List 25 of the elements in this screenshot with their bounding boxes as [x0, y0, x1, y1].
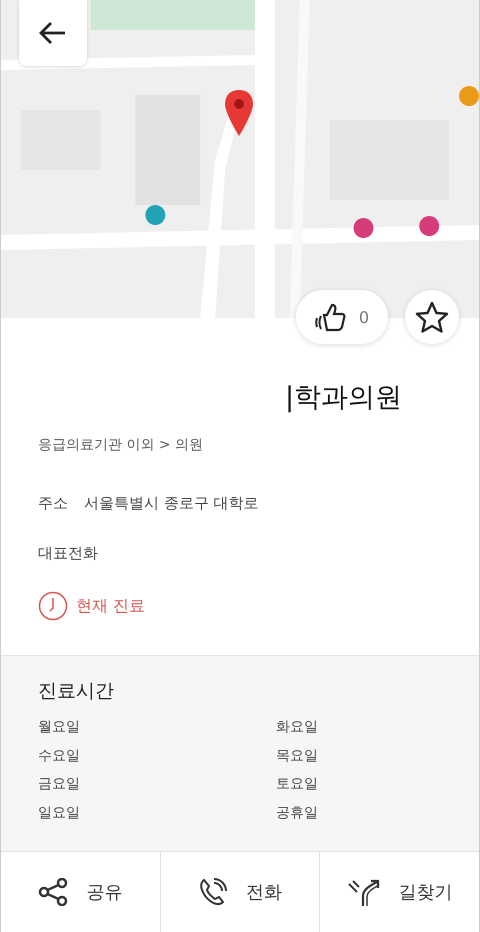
day-label: 금요일 — [38, 775, 81, 794]
share-icon — [38, 878, 68, 906]
back-button[interactable] — [19, 0, 87, 66]
address-label: 주소 — [38, 494, 68, 513]
star-icon — [415, 301, 449, 333]
day-label: 일요일 — [38, 804, 81, 822]
day-label: 목요일 — [276, 746, 319, 765]
back-arrow-icon — [39, 21, 67, 45]
thumbs-up-icon — [314, 302, 347, 332]
day-label: 수요일 — [38, 746, 81, 765]
phone-label: 대표전화 — [38, 544, 99, 563]
place-category: 응급의료기관 이외 > 의원 — [38, 436, 204, 454]
day-label: 공휴일 — [276, 804, 319, 822]
favorite-button[interactable] — [405, 290, 459, 344]
day-label: 토요일 — [276, 775, 319, 794]
status-text: 현재 진료 — [76, 596, 146, 616]
hours-title: 진료시간 — [38, 679, 115, 704]
place-title: |학과의원 — [284, 381, 404, 415]
day-label: 월요일 — [38, 718, 81, 736]
clock-icon — [38, 591, 68, 621]
like-button[interactable]: 0 — [296, 290, 388, 344]
phone-icon — [198, 877, 228, 907]
day-label: 화요일 — [276, 718, 319, 736]
directions-icon — [346, 878, 381, 906]
address-text: 서울특별시 종로구 대학로 — [84, 494, 259, 513]
